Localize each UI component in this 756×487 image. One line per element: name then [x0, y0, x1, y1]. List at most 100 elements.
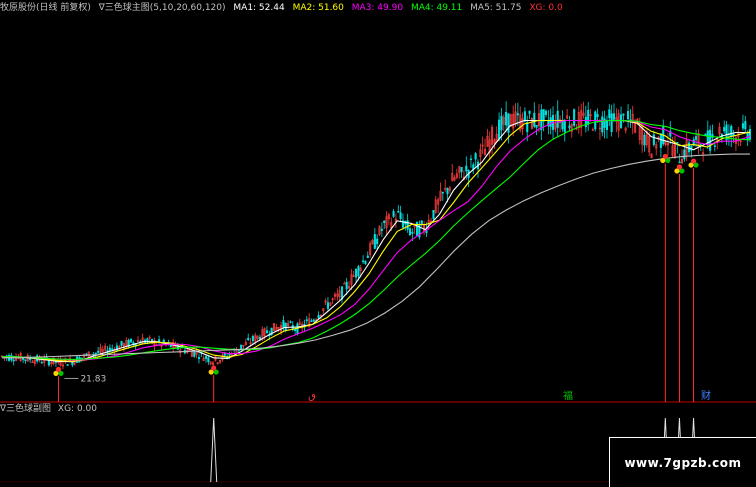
candle-body: [240, 344, 243, 350]
candle-body: [610, 113, 613, 132]
candle-body: [474, 153, 477, 160]
candle-body: [310, 320, 313, 322]
candle-body: [627, 111, 630, 120]
ma-line-ma5: [2, 153, 750, 359]
candle-body: [251, 336, 254, 342]
bottom-label: 福: [563, 389, 573, 402]
candle-body: [47, 360, 50, 366]
sub-chart-header: ∇三色球副图 XG: 0.00: [0, 402, 101, 416]
candle-body: [362, 260, 365, 263]
signal-ball: [662, 153, 668, 160]
candle-body: [40, 361, 43, 364]
candle-body: [460, 166, 463, 173]
candle-body: [605, 120, 609, 130]
candle-body: [305, 319, 308, 321]
candle-body: [542, 109, 545, 122]
candle-body: [284, 322, 287, 331]
candle-body: [540, 109, 543, 130]
candle-body: [744, 121, 747, 130]
candle-body: [652, 134, 655, 145]
candle-body: [399, 212, 402, 220]
candle-body: [312, 319, 315, 322]
candle-body: [392, 211, 395, 217]
candle-body: [678, 161, 681, 164]
candle-body: [500, 115, 503, 131]
candle-body: [223, 353, 226, 356]
candle-body: [66, 364, 69, 366]
candle-body: [441, 191, 444, 194]
candle-body: [505, 111, 508, 126]
candle-body: [573, 109, 576, 126]
candle-body: [24, 359, 27, 361]
candle-body: [204, 356, 208, 359]
candle-body: [507, 113, 510, 133]
candle-body: [549, 117, 552, 127]
candle-body: [544, 110, 548, 115]
candle-body: [523, 111, 526, 122]
candle-body: [619, 114, 623, 129]
watermark-box: www.7gpzb.com: [609, 437, 756, 487]
candle-body: [12, 359, 15, 362]
candle-body: [432, 210, 435, 219]
candle-body: [723, 127, 726, 132]
candle-body: [380, 228, 383, 231]
candle-body: [289, 321, 292, 323]
ma-line-ma2: [1, 119, 751, 362]
xg-spike: [210, 417, 218, 483]
candle-body: [197, 357, 201, 360]
candle-body: [687, 142, 691, 153]
ma-line-ma3: [1, 119, 751, 361]
candle-body: [247, 337, 250, 341]
candle-body: [584, 116, 587, 128]
candle-body: [748, 129, 752, 140]
candle-body: [326, 302, 329, 309]
candle-body: [373, 234, 376, 249]
candle-body: [111, 348, 114, 350]
candle-body: [596, 114, 599, 118]
candle-body: [108, 347, 111, 351]
candle-body: [383, 220, 386, 223]
price-chart[interactable]: 21.83 福 财 ٯ: [0, 0, 756, 487]
candle-body: [561, 120, 564, 130]
candle-body: [622, 113, 625, 116]
candle-body: [207, 357, 210, 362]
candle-body: [587, 109, 590, 125]
bottom-label: ٯ: [308, 391, 316, 402]
candle-body: [406, 220, 409, 230]
candle-body: [120, 341, 123, 346]
candle-body: [317, 315, 320, 319]
candle-body: [282, 320, 285, 328]
candle-body: [129, 338, 133, 343]
candle-body: [533, 112, 536, 127]
candle-body: [730, 125, 733, 137]
candle-body: [741, 123, 745, 129]
candle-body: [343, 282, 346, 285]
candle-body: [713, 145, 716, 147]
candle-body: [94, 352, 97, 355]
bottom-label: 财: [701, 389, 711, 402]
candle-body: [704, 133, 707, 136]
candle-body: [601, 116, 604, 133]
candle-body: [193, 351, 196, 357]
candle-body: [469, 158, 473, 161]
candle-body: [146, 338, 149, 342]
candle-body: [265, 330, 269, 334]
sub-xg-value: XG: 0.00: [57, 404, 97, 414]
candle-body: [659, 133, 662, 148]
sub-indicator-title[interactable]: ∇三色球副图: [0, 404, 51, 414]
signal-ball: [690, 158, 697, 164]
signal-ball: [211, 365, 217, 371]
candle-body: [535, 125, 538, 128]
watermark-text: www.7gpzb.com: [624, 456, 742, 470]
candle-body: [408, 228, 412, 235]
candle-body: [516, 113, 519, 116]
candle-body: [345, 282, 348, 290]
candle-body: [568, 125, 571, 129]
candle-body: [695, 136, 698, 140]
candle-body: [446, 188, 449, 195]
candle-body: [420, 220, 423, 225]
candle-body: [608, 109, 611, 119]
candle-body: [683, 149, 686, 160]
signal-ball: [55, 366, 62, 372]
candle-body: [411, 231, 414, 234]
